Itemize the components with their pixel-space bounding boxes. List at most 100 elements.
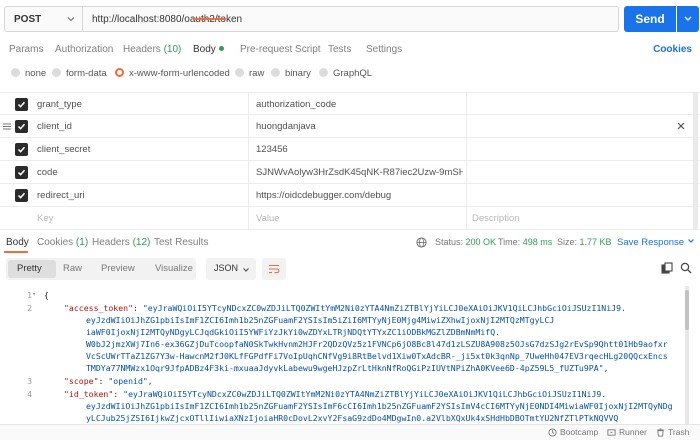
runner-label: Runner [619, 427, 647, 437]
tab-body[interactable]: Body [193, 44, 224, 55]
table-row-new: Key Value Description [0, 207, 700, 230]
radio-form-data-label: form-data [66, 68, 107, 79]
check-icon [17, 123, 26, 130]
tab-headers[interactable]: Headers (10) [123, 44, 181, 55]
json-key: "scope" [64, 376, 99, 386]
row-checkbox[interactable] [15, 166, 28, 179]
param-key[interactable]: client_id [37, 115, 247, 138]
send-button[interactable]: Send [624, 6, 676, 32]
radio-raw[interactable]: raw [235, 68, 264, 79]
new-value-input[interactable]: Value [256, 207, 463, 230]
code-line: W0bJ2jmzXWj7In6-ex36GZjDuTcoopfaN0SkTwkH… [86, 339, 668, 349]
url-input[interactable]: http://localhost:8080/oauth2/token [82, 6, 619, 32]
wrap-lines-button[interactable] [262, 258, 286, 280]
json-value: "openid", [108, 376, 153, 386]
format-label: JSON [214, 263, 239, 273]
method-select[interactable]: POST [4, 6, 82, 32]
check-icon [17, 169, 26, 176]
radio-circle [52, 68, 61, 77]
response-code-view[interactable]: 1 ▾ { 2 "access_token": "eyJraWQiOiI5YTc… [0, 286, 690, 424]
radio-form-data[interactable]: form-data [52, 68, 107, 79]
status-label: Status: [435, 237, 464, 247]
param-description[interactable] [472, 115, 682, 138]
trash-icon [657, 428, 664, 437]
response-tab-headers-count: (12) [132, 237, 151, 248]
column-divider [466, 92, 467, 230]
radio-circle [11, 68, 20, 77]
response-tab-cookies[interactable]: Cookies (1) [37, 237, 88, 248]
tab-tests[interactable]: Tests [328, 44, 351, 55]
param-key[interactable]: client_secret [37, 138, 247, 161]
json-value: "eyJraWQiOiI5YTcyNDcxZC0wZDJiLTQ0ZWItYmM… [142, 303, 626, 313]
tab-settings[interactable]: Settings [366, 44, 402, 55]
column-divider [248, 92, 249, 230]
delete-row-icon[interactable] [676, 121, 686, 131]
tab-pre-request-script[interactable]: Pre-request Script [240, 44, 321, 55]
json-key: "id_token" [64, 389, 114, 399]
radio-circle [271, 68, 280, 77]
radio-none[interactable]: none [11, 68, 46, 79]
chevron-down-icon [687, 239, 694, 243]
param-value[interactable]: 123456 [256, 138, 463, 161]
radio-binary-label: binary [285, 68, 311, 79]
tab-authorization[interactable]: Authorization [55, 44, 113, 55]
param-value[interactable]: huongdanjava [256, 115, 463, 138]
param-value[interactable]: https://oidcdebugger.com/debug [256, 184, 463, 207]
param-description[interactable] [472, 93, 682, 116]
new-key-input[interactable]: Key [37, 207, 247, 230]
table-row: grant_type authorization_code [0, 92, 700, 115]
row-checkbox[interactable] [15, 120, 28, 133]
drag-handle-icon[interactable] [3, 123, 11, 130]
param-key[interactable]: code [37, 161, 247, 184]
trash-label: Trash [668, 427, 690, 437]
code-scrollbar-thumb[interactable] [685, 290, 689, 330]
view-mode-raw[interactable]: Raw [63, 263, 82, 274]
new-description-input[interactable]: Description [472, 207, 682, 230]
row-checkbox[interactable] [15, 143, 28, 156]
save-response-button[interactable]: Save Response [617, 237, 695, 248]
param-value[interactable]: SJNWvAolyw3HrZsdK45qNK-R87iec2Uzw-9mSHO.… [256, 161, 463, 184]
param-description[interactable] [472, 184, 682, 207]
radio-graphql-label: GraphQL [333, 68, 373, 79]
code-line: VcScUWrTTaZ1ZG7Y3w-HawcnM2fJ0KLfFGPdfFi7… [86, 351, 668, 361]
radio-x-www-form-urlencoded[interactable]: x-www-form-urlencoded [115, 68, 230, 79]
row-checkbox[interactable] [15, 189, 28, 202]
code-line: eyJzdWIiOiJhZG1pbiIsImF1ZCI6Imh1b25nZGFu… [86, 315, 555, 325]
check-icon [17, 146, 26, 153]
radio-binary[interactable]: binary [271, 68, 311, 79]
search-icon[interactable] [680, 262, 692, 274]
code-line: "id_token": "eyJraWQiOiI5YTcyNDcxZC0wZDJ… [64, 389, 607, 399]
send-options-button[interactable] [677, 6, 699, 32]
time-text: Time: 498 ms [498, 237, 552, 247]
chevron-down-icon [684, 16, 692, 21]
response-tab-body[interactable]: Body [6, 237, 29, 248]
response-tab-test-results[interactable]: Test Results [154, 237, 208, 248]
row-checkbox[interactable] [15, 98, 28, 111]
view-mode-visualize[interactable]: Visualize [155, 263, 193, 274]
param-key[interactable]: redirect_uri [37, 184, 247, 207]
runner-button[interactable]: Runner [607, 427, 647, 437]
code-line: iaWF0IjoxNjI2MTQyNDgyLCJqdGkiOiI5YWFiYzJ… [86, 327, 501, 337]
radio-graphql[interactable]: GraphQL [319, 68, 372, 79]
bootcamp-button[interactable]: Bootcamp [548, 427, 598, 437]
param-description[interactable] [472, 138, 682, 161]
trash-button[interactable]: Trash [656, 427, 689, 437]
tab-headers-count: (10) [163, 44, 182, 55]
view-mode-pretty[interactable]: Pretty [17, 263, 42, 274]
radio-circle [319, 68, 328, 77]
tab-params[interactable]: Params [9, 44, 43, 55]
format-select[interactable]: JSON [206, 258, 256, 280]
params-scrollbar[interactable] [693, 92, 698, 230]
param-value[interactable]: authorization_code [256, 93, 463, 116]
copy-icon[interactable] [661, 262, 673, 274]
radio-urlencoded-label: x-www-form-urlencoded [129, 68, 230, 79]
response-tab-headers[interactable]: Headers (12) [92, 237, 150, 248]
param-description[interactable] [472, 161, 682, 184]
cookies-link[interactable]: Cookies [653, 44, 692, 55]
code-line: "scope": "openid", [64, 376, 153, 386]
fold-arrow-icon[interactable]: ▾ [32, 290, 40, 298]
response-tab-cookies-count: (1) [75, 237, 89, 248]
param-key[interactable]: grant_type [37, 93, 247, 116]
view-mode-preview[interactable]: Preview [101, 263, 135, 274]
json-value: "eyJraWQiOiI5YTcyNDcxZC0wZDJiLTQ0ZWItYmM… [123, 389, 607, 399]
